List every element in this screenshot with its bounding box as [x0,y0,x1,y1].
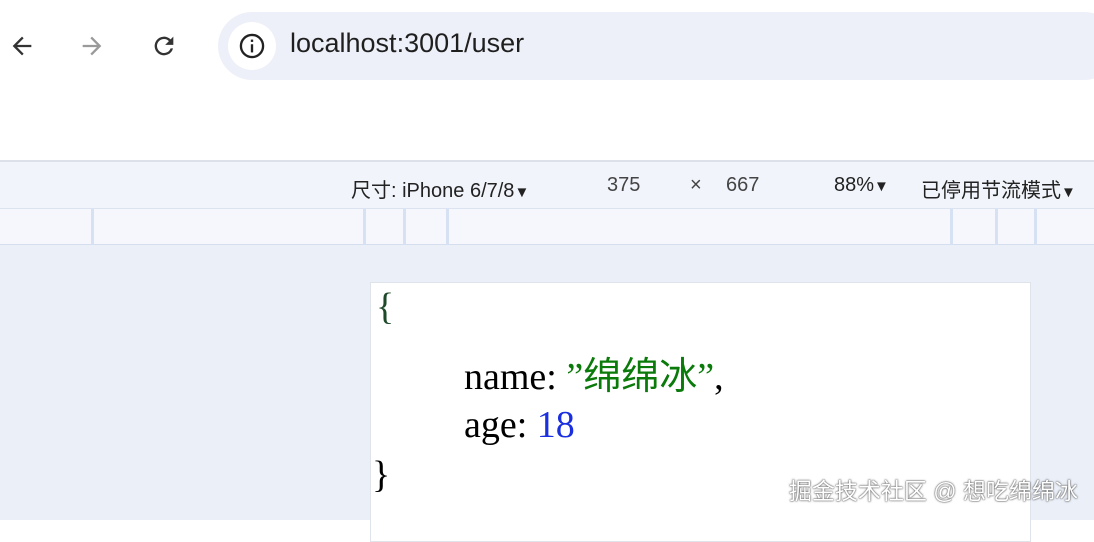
age-value: 18 [536,404,575,446]
breakpoint-line [446,209,449,245]
arrow-right-icon [82,36,102,56]
device-select[interactable]: 尺寸: iPhone 6/7/8▼ [351,174,529,203]
url-text[interactable]: localhost:3001/user [290,28,524,59]
zoom-select[interactable]: 88%▼ [834,174,889,197]
breakpoint-line [950,209,953,245]
address-bar[interactable]: localhost:3001/user [218,12,1094,80]
dropdown-icon: ▼ [874,178,889,195]
browser-toolbar: localhost:3001/user [0,0,1094,160]
close-brace: } [372,454,391,496]
height-input[interactable]: 667 [726,174,759,197]
zoom-label: 88% [834,174,875,196]
times-label: × [690,174,702,196]
media-query-bar[interactable] [0,208,1094,245]
breakpoint-line [1034,209,1037,245]
breakpoint-line [403,209,406,245]
breakpoint-line [363,209,366,245]
age-key: age: [464,404,537,446]
forward-button[interactable] [72,26,112,66]
open-brace: { [376,286,395,328]
site-info-button[interactable] [228,22,276,70]
name-key: name: [464,356,567,398]
info-icon [239,33,265,59]
name-line: name: ”绵绵冰”, [464,345,724,400]
back-button[interactable] [2,26,42,66]
watermark: 掘金技术社区 @ 想吃绵绵冰 [788,478,1078,504]
reload-button[interactable] [144,26,184,66]
reload-icon [154,36,174,56]
device-viewport: { name: ”绵绵冰”, age: 18 } 掘金技术社区 @ 想吃绵绵冰 [0,245,1094,542]
name-value: ”绵绵冰” [566,356,715,398]
arrow-left-icon [12,36,32,56]
device-label: 尺寸: iPhone 6/7/8 [351,180,515,202]
comma: , [714,356,724,398]
width-input[interactable]: 375 [607,174,640,197]
dropdown-icon: ▼ [514,184,530,201]
age-line: age: 18 [464,403,575,447]
throttling-select[interactable]: 已停用节流模式▼ [921,174,1076,203]
device-toolbar: 尺寸: iPhone 6/7/8▼ 375 × 667 88%▼ 已停用节流模式… [0,160,1094,208]
breakpoint-line [91,209,94,245]
dropdown-icon: ▼ [1061,184,1076,201]
breakpoint-line [995,209,998,245]
throttling-label: 已停用节流模式 [921,180,1061,202]
